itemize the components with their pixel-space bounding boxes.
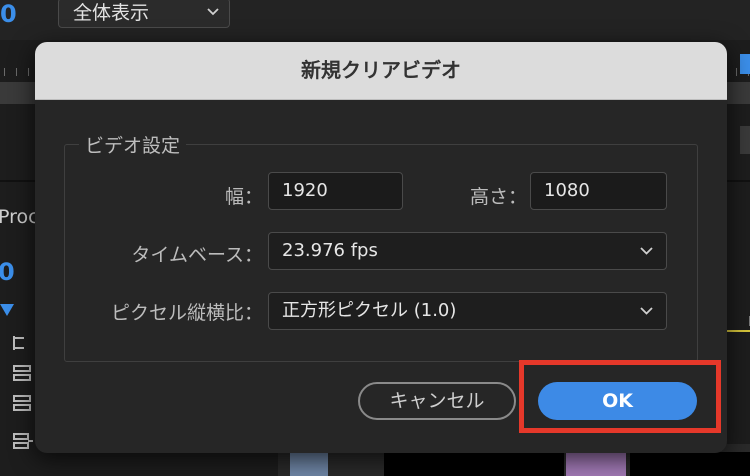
chevron-down-icon — [640, 307, 653, 315]
chevron-down-icon — [640, 247, 653, 255]
timecode-display: 0 — [0, 0, 17, 28]
cancel-button[interactable]: キャンセル — [358, 382, 516, 420]
snap-icon[interactable] — [0, 300, 14, 318]
track-toggle-icon[interactable] — [12, 394, 34, 412]
width-label: 幅： — [224, 186, 263, 208]
track-toggle-icon[interactable] — [12, 334, 34, 352]
pixel-aspect-label: ピクセル縦横比： — [110, 302, 263, 324]
timeline-clip[interactable] — [290, 452, 328, 476]
in-out-marker — [726, 330, 750, 332]
timeline-clip[interactable] — [384, 452, 564, 476]
ruler-tick — [736, 68, 737, 76]
track-toggle-icon[interactable] — [12, 432, 34, 450]
panel-handle — [740, 126, 750, 154]
ok-highlight-box — [519, 360, 721, 433]
playhead-marker[interactable] — [740, 54, 750, 74]
width-field[interactable]: 1920 — [268, 172, 403, 210]
pixel-aspect-value: 正方形ピクセル (1.0) — [282, 300, 457, 321]
timecode-display-2: 0 — [0, 258, 15, 286]
ruler-tick — [28, 68, 29, 76]
ruler-tick — [4, 68, 5, 76]
video-settings-legend: ビデオ設定 — [79, 131, 187, 158]
dialog-title[interactable]: 新規クリアビデオ — [35, 42, 727, 100]
pixel-aspect-select[interactable]: 正方形ピクセル (1.0) — [268, 292, 667, 330]
timebase-select[interactable]: 23.976 fps — [268, 232, 667, 270]
chevron-down-icon — [207, 8, 219, 16]
timeline-clip[interactable] — [566, 452, 626, 476]
timeline-clip[interactable] — [630, 452, 750, 476]
ruler-tick — [16, 68, 17, 76]
timebase-label: タイムベース： — [131, 244, 263, 266]
height-field[interactable]: 1080 — [530, 172, 667, 210]
track-toggle-icon[interactable] — [12, 364, 34, 382]
height-label: 高さ： — [469, 186, 527, 208]
view-select-value: 全体表示 — [73, 2, 150, 24]
timebase-value: 23.976 fps — [282, 240, 378, 261]
panel-title[interactable]: Proc — [0, 206, 39, 228]
view-select[interactable]: 全体表示 — [58, 0, 230, 28]
